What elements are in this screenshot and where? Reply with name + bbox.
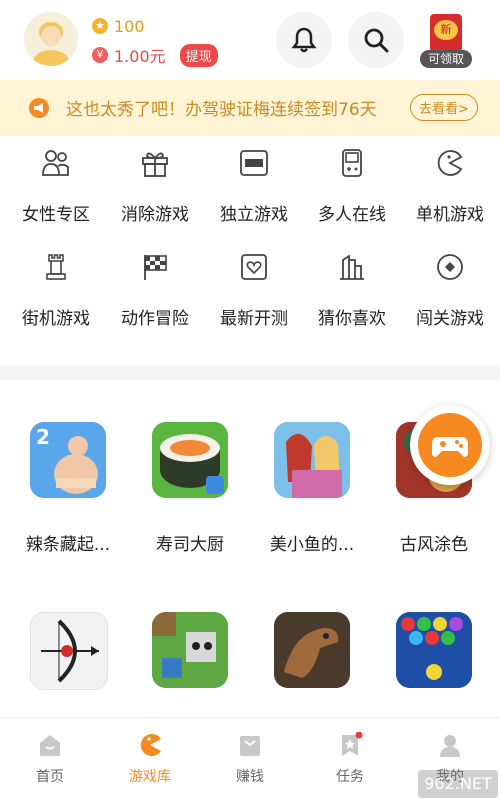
category-new-test[interactable]: 最新开测 [204, 240, 304, 330]
category-label: 最新开测 [220, 309, 288, 329]
category-label: 女性专区 [22, 205, 90, 225]
category-single[interactable]: 单机游戏 [400, 136, 500, 226]
category-label: 多人在线 [318, 205, 386, 225]
gift-icon [142, 152, 168, 177]
category-label: 消除游戏 [121, 205, 189, 225]
new-icon [240, 150, 268, 176]
mermaid-game-icon [274, 422, 350, 498]
megaphone-icon [29, 98, 49, 118]
spicy-strip-game-icon: 2 [30, 422, 106, 498]
bell-icon [291, 27, 317, 53]
coin-icon: ★ [92, 18, 108, 34]
game-name: 古风涂色 [400, 535, 468, 555]
withdraw-button[interactable]: 提现 [179, 43, 218, 67]
watermark: 962.NET [418, 770, 498, 798]
tab-earn[interactable]: 赚钱 [200, 718, 300, 801]
coin-amount: 100 [114, 16, 145, 36]
task-icon [342, 732, 363, 756]
category-stage[interactable]: 闯关游戏 [400, 240, 500, 330]
tab-label: 任务 [336, 769, 364, 785]
category-label: 动作冒险 [121, 309, 189, 329]
notification-button[interactable] [276, 12, 332, 68]
category-label: 街机游戏 [22, 309, 90, 329]
category-label: 闯关游戏 [416, 309, 484, 329]
target-icon [437, 254, 463, 280]
game-name: 辣条藏起... [25, 535, 111, 555]
category-female[interactable]: 女性专区 [6, 136, 106, 226]
tab-game-library[interactable]: 游戏库 [100, 718, 200, 801]
wallet-icon [240, 736, 260, 756]
notice-text: 这也太秀了吧！办驾驶证梅连续签到76天 [66, 100, 377, 120]
heart-card-icon [241, 254, 267, 280]
category-arcade[interactable]: 街机游戏 [6, 240, 106, 330]
pacman-icon [437, 150, 463, 176]
go-see-button[interactable]: 去看看> [410, 94, 478, 121]
category-label: 单机游戏 [416, 205, 484, 225]
floating-game-button[interactable] [410, 405, 490, 485]
category-action[interactable]: 动作冒险 [105, 240, 205, 330]
checkered-flag-icon [144, 255, 167, 280]
gameboy-icon [342, 149, 362, 177]
category-grid: 女性专区 消除游戏 独立游戏 多人在线 单机游戏 街机游戏 动作冒险 最新开测 … [0, 136, 500, 365]
chess-rook-icon [46, 254, 66, 280]
claimable-tag: 可领取 [420, 50, 472, 68]
tab-label: 首页 [36, 769, 64, 785]
people-icon [42, 150, 69, 176]
coin-balance[interactable]: ★ 100 [92, 16, 145, 36]
dinosaur-game-icon [274, 612, 350, 688]
new-badge: 新 [434, 20, 458, 40]
tab-label: 赚钱 [236, 769, 264, 785]
user-header: ★ 100 ¥ 1.00元 提现 新 可领取 [0, 0, 500, 80]
gamepad-icon [432, 437, 468, 457]
money-balance: ¥ 1.00元 提现 [92, 43, 218, 67]
money-amount: 1.00元 [114, 47, 166, 66]
avatar[interactable] [24, 12, 78, 66]
category-label: 独立游戏 [220, 205, 288, 225]
block-craft-game-icon [152, 612, 228, 688]
tab-tasks[interactable]: 任务 [300, 718, 400, 801]
user-icon [440, 735, 460, 757]
game-name: 寿司大厨 [156, 535, 224, 555]
yen-icon: ¥ [92, 47, 108, 63]
sushi-game-icon [152, 422, 228, 498]
category-label: 猜你喜欢 [318, 309, 386, 329]
pacman-icon [140, 734, 161, 756]
home-icon [40, 735, 60, 756]
red-packet-button[interactable]: 新 可领取 [420, 14, 472, 68]
category-match[interactable]: 消除游戏 [105, 136, 205, 226]
search-button[interactable] [348, 12, 404, 68]
category-guess[interactable]: 猜你喜欢 [302, 240, 402, 330]
category-multiplayer[interactable]: 多人在线 [302, 136, 402, 226]
notice-bar: 这也太秀了吧！办驾驶证梅连续签到76天 去看看> [0, 80, 500, 136]
bubble-shooter-game-icon [396, 612, 472, 688]
game-name: 美小鱼的... [269, 535, 355, 555]
tab-label: 游戏库 [129, 769, 171, 785]
category-indie[interactable]: 独立游戏 [204, 136, 304, 226]
building-icon [340, 254, 364, 280]
svg-text:2: 2 [36, 425, 50, 449]
search-icon [364, 28, 389, 53]
tab-home[interactable]: 首页 [0, 718, 100, 801]
archery-game-icon [30, 612, 108, 690]
